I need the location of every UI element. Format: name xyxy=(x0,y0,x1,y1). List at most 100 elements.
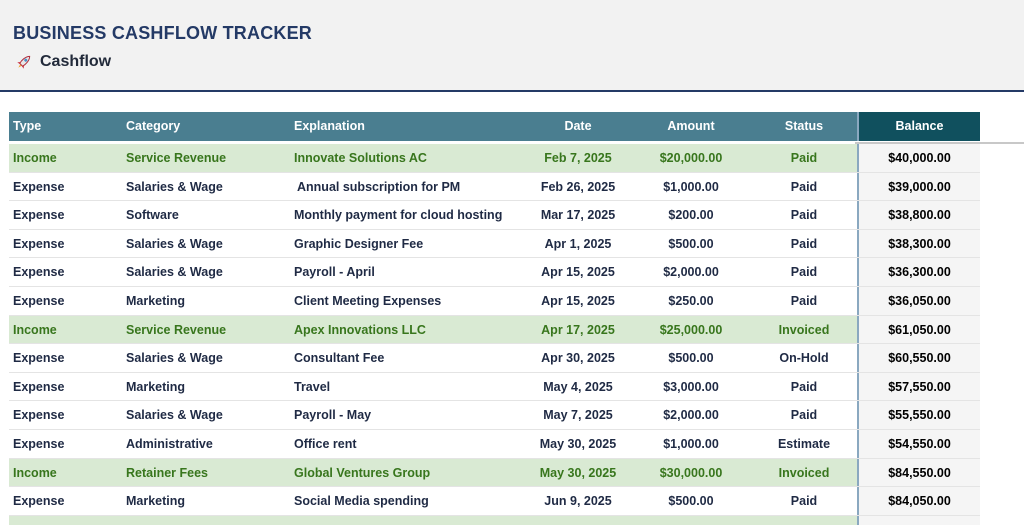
cell-amount[interactable]: $25,000.00 xyxy=(631,316,751,344)
column-header-date[interactable]: Date xyxy=(525,112,631,141)
cell-date[interactable]: Apr 1, 2025 xyxy=(525,230,631,258)
cell-status[interactable]: Paid xyxy=(751,258,857,286)
cell-status[interactable]: Paid xyxy=(751,287,857,315)
cell-date[interactable]: Jun 9, 2025 xyxy=(525,487,631,515)
cell-amount[interactable]: $20,000.00 xyxy=(631,144,751,172)
cell-amount[interactable]: $3,000.00 xyxy=(631,373,751,401)
table-row[interactable]: Expense Administrative Office rent May 3… xyxy=(9,429,980,459)
cell-amount[interactable]: $250.00 xyxy=(631,287,751,315)
cell-status[interactable]: Paid xyxy=(751,144,857,172)
cell-balance[interactable]: $38,300.00 xyxy=(857,229,980,258)
table-row[interactable]: Expense Marketing Client Meeting Expense… xyxy=(9,286,980,316)
cell-date[interactable]: Apr 17, 2025 xyxy=(525,316,631,344)
cell-category[interactable]: Marketing xyxy=(122,287,290,315)
cell-category[interactable]: Software xyxy=(122,201,290,229)
table-row[interactable]: Expense Salaries & Wage Graphic Designer… xyxy=(9,229,980,259)
cell-balance[interactable]: $61,050.00 xyxy=(857,315,980,344)
column-header-status[interactable]: Status xyxy=(751,112,857,141)
cell-balance[interactable]: $39,000.00 xyxy=(857,172,980,201)
cell-type[interactable]: Expense xyxy=(9,487,122,515)
table-row[interactable]: Expense Salaries & Wage Consultant Fee A… xyxy=(9,344,980,373)
cell-category[interactable]: Administrative xyxy=(122,430,290,458)
cell-category[interactable]: Marketing xyxy=(122,487,290,515)
cell-date[interactable]: Feb 26, 2025 xyxy=(525,173,631,201)
column-header-type[interactable]: Type xyxy=(9,112,122,141)
cell-amount[interactable]: $200.00 xyxy=(631,201,751,229)
cell-type[interactable]: Expense xyxy=(9,173,122,201)
column-header-category[interactable]: Category xyxy=(122,112,290,141)
cell-status[interactable]: Paid xyxy=(751,487,857,515)
cell-category[interactable]: Marketing xyxy=(122,373,290,401)
cell-balance[interactable]: $57,550.00 xyxy=(857,372,980,401)
cell-type[interactable]: Expense xyxy=(9,430,122,458)
cell-type[interactable]: Expense xyxy=(9,287,122,315)
cell-category[interactable]: Salaries & Wage xyxy=(122,401,290,429)
cell-category[interactable]: Salaries & Wage xyxy=(122,344,290,372)
cell-date[interactable]: Feb 7, 2025 xyxy=(525,144,631,172)
cell-date[interactable]: Apr 15, 2025 xyxy=(525,258,631,286)
cell-amount[interactable]: $500.00 xyxy=(631,230,751,258)
cell-explanation[interactable]: Global Ventures Group xyxy=(290,459,525,487)
cell-balance[interactable]: $84,550.00 xyxy=(857,458,980,487)
table-row[interactable]: Income Service Revenue Apex Innovations … xyxy=(9,315,980,345)
cell-balance[interactable]: $60,550.00 xyxy=(857,344,980,372)
cell-explanation[interactable]: Office rent xyxy=(290,430,525,458)
cell-explanation[interactable]: Monthly payment for cloud hosting xyxy=(290,201,525,229)
cell-explanation[interactable]: Client Meeting Expenses xyxy=(290,287,525,315)
cell-category[interactable]: Salaries & Wage xyxy=(122,258,290,286)
cell-type[interactable]: Expense xyxy=(9,401,122,429)
cell-balance[interactable]: $54,550.00 xyxy=(857,429,980,458)
cell-status[interactable]: Paid xyxy=(751,201,857,229)
cell-type[interactable]: Expense xyxy=(9,258,122,286)
cell-type[interactable]: Expense xyxy=(9,344,122,372)
cell-type[interactable]: Income xyxy=(9,316,122,344)
cell-amount[interactable]: $1,000.00 xyxy=(631,173,751,201)
cell-amount[interactable]: $500.00 xyxy=(631,487,751,515)
cell-category[interactable]: Retainer Fees xyxy=(122,459,290,487)
cell-amount[interactable]: $1,000.00 xyxy=(631,430,751,458)
cell-explanation[interactable]: Payroll - May xyxy=(290,401,525,429)
table-row[interactable]: Expense Marketing Travel May 4, 2025 $3,… xyxy=(9,372,980,402)
cell-category[interactable]: Service Revenue xyxy=(122,144,290,172)
cell-status[interactable]: Paid xyxy=(751,401,857,429)
cell-type[interactable]: Income xyxy=(9,144,122,172)
column-header-balance[interactable]: Balance xyxy=(857,112,980,141)
cell-balance[interactable]: $40,000.00 xyxy=(857,144,980,172)
table-row[interactable]: Expense Salaries & Wage Payroll - April … xyxy=(9,258,980,287)
cell-amount[interactable]: $30,000.00 xyxy=(631,459,751,487)
cell-balance[interactable]: $36,300.00 xyxy=(857,258,980,286)
cell-type[interactable]: Expense xyxy=(9,230,122,258)
cell-balance[interactable]: $55,550.00 xyxy=(857,401,980,429)
cell-balance[interactable]: $84,050.00 xyxy=(857,487,980,515)
cell-date[interactable]: Apr 30, 2025 xyxy=(525,344,631,372)
cell-explanation[interactable]: Consultant Fee xyxy=(290,344,525,372)
cell-category[interactable]: Salaries & Wage xyxy=(122,173,290,201)
table-row[interactable]: Expense Salaries & Wage Annual subscript… xyxy=(9,172,980,202)
cell-explanation[interactable]: Annual subscription for PM xyxy=(290,173,525,201)
cell-category[interactable]: Salaries & Wage xyxy=(122,230,290,258)
cell-status[interactable]: On-Hold xyxy=(751,344,857,372)
cell-date[interactable]: May 30, 2025 xyxy=(525,430,631,458)
cell-status[interactable]: Estimate xyxy=(751,430,857,458)
cell-explanation[interactable]: Social Media spending xyxy=(290,487,525,515)
cell-date[interactable]: May 7, 2025 xyxy=(525,401,631,429)
cell-type[interactable]: Income xyxy=(9,459,122,487)
table-row[interactable]: Income Retainer Fees Global Ventures Gro… xyxy=(9,458,980,488)
cell-type[interactable]: Expense xyxy=(9,373,122,401)
cell-type[interactable]: Expense xyxy=(9,201,122,229)
cell-explanation[interactable]: Payroll - April xyxy=(290,258,525,286)
cell-status[interactable]: Invoiced xyxy=(751,459,857,487)
cell-balance[interactable]: $38,800.00 xyxy=(857,201,980,229)
table-row[interactable]: Expense Marketing Social Media spending … xyxy=(9,487,980,516)
cell-explanation[interactable]: Graphic Designer Fee xyxy=(290,230,525,258)
cell-explanation[interactable]: Innovate Solutions AC xyxy=(290,144,525,172)
table-row[interactable]: Income Service Revenue Innovate Solution… xyxy=(9,144,980,173)
column-header-explanation[interactable]: Explanation xyxy=(290,112,525,141)
cell-amount[interactable]: $500.00 xyxy=(631,344,751,372)
cell-balance[interactable]: $36,050.00 xyxy=(857,286,980,315)
cell-category[interactable]: Service Revenue xyxy=(122,316,290,344)
column-header-amount[interactable]: Amount xyxy=(631,112,751,141)
cell-explanation[interactable]: Apex Innovations LLC xyxy=(290,316,525,344)
table-row[interactable]: Expense Salaries & Wage Payroll - May Ma… xyxy=(9,401,980,430)
cell-status[interactable]: Invoiced xyxy=(751,316,857,344)
